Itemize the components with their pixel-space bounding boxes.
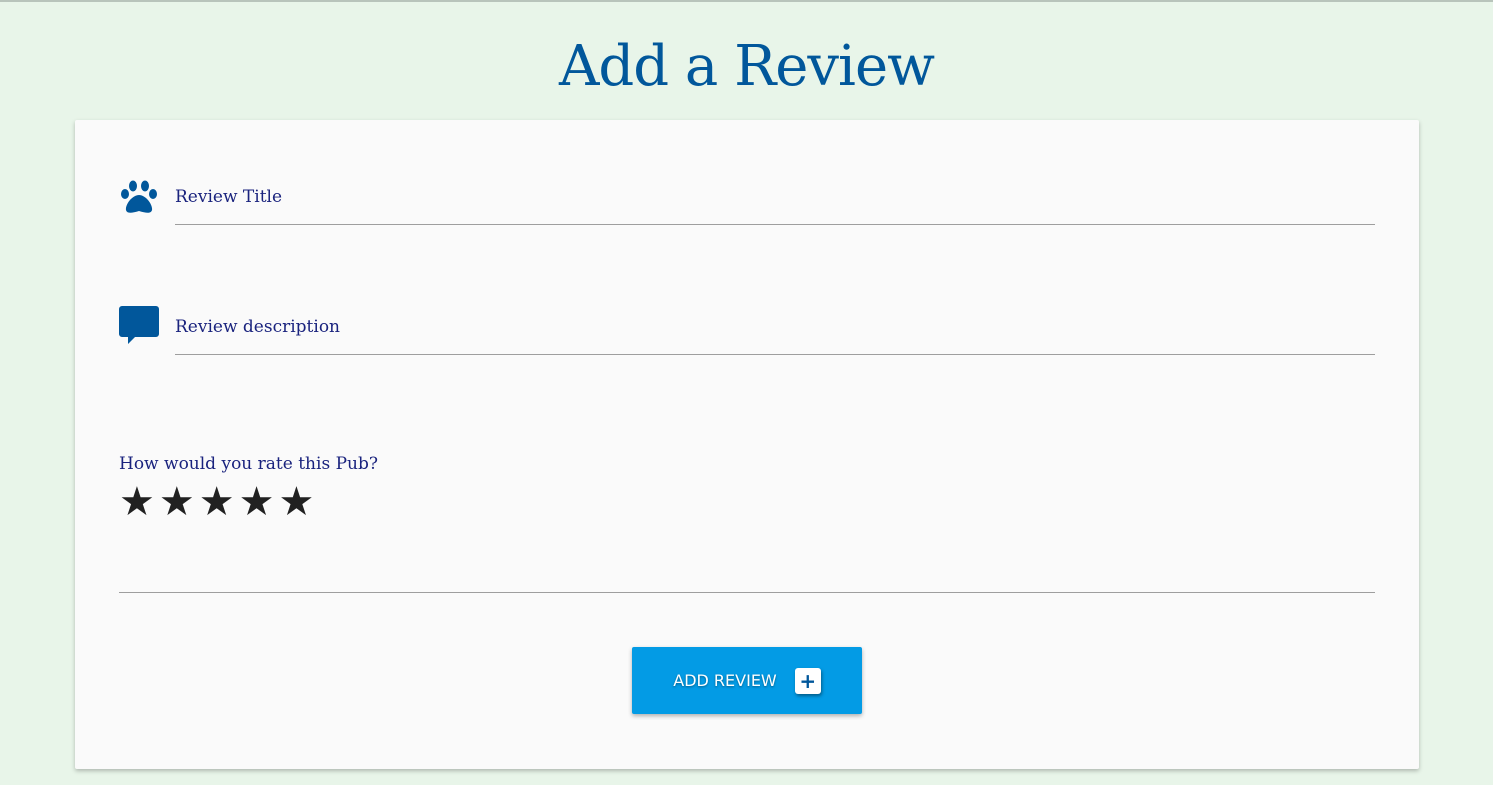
star-rating[interactable]: ★ ★ ★ ★ ★ <box>119 478 314 526</box>
review-title-input[interactable]: Review Title <box>175 187 282 207</box>
review-description-underline <box>175 354 1375 355</box>
plus-icon: + <box>794 667 821 694</box>
star-icon-1[interactable]: ★ <box>119 478 155 526</box>
comment-icon <box>119 306 159 344</box>
review-description-field[interactable]: Review description <box>119 306 1375 416</box>
star-icon-3[interactable]: ★ <box>199 478 235 526</box>
paw-icon <box>121 180 157 213</box>
rating-label: How would you rate this Pub? <box>119 454 378 474</box>
star-icon-4[interactable]: ★ <box>239 478 275 526</box>
page-title: Add a Review <box>558 34 935 99</box>
review-description-input[interactable]: Review description <box>175 317 340 337</box>
add-review-label: ADD REVIEW <box>673 671 777 690</box>
review-form-card: Review Title Review description How woul… <box>75 120 1419 769</box>
add-review-button[interactable]: ADD REVIEW + <box>632 647 862 714</box>
star-icon-2[interactable]: ★ <box>159 478 195 526</box>
review-title-underline <box>175 224 1375 225</box>
divider <box>119 592 1375 593</box>
star-icon-5[interactable]: ★ <box>278 478 314 526</box>
review-title-field[interactable]: Review Title <box>119 176 1375 286</box>
